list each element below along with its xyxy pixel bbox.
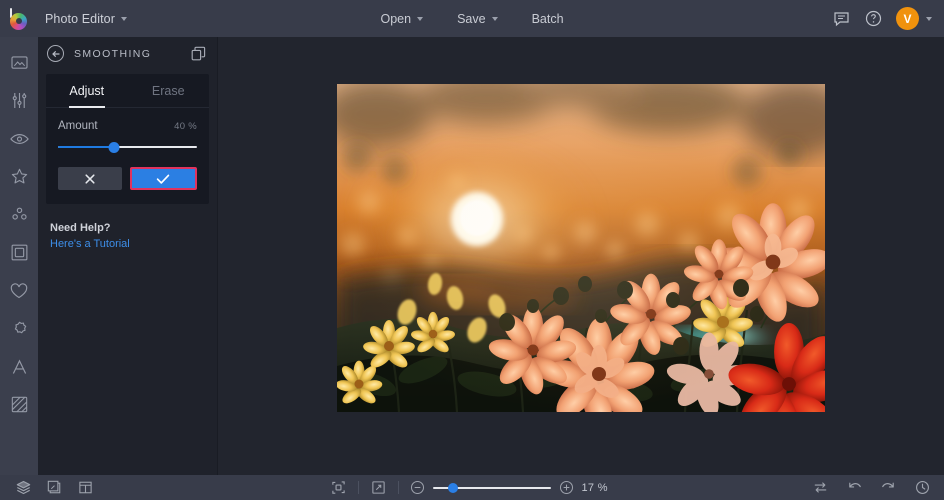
- fit-to-screen-icon[interactable]: [331, 480, 346, 495]
- amount-slider-label: Amount: [58, 120, 98, 132]
- zoom-slider-handle[interactable]: [447, 482, 458, 493]
- top-bar: Photo Editor Open Save Batch V: [0, 0, 944, 37]
- sidebar-item-overlays[interactable]: [6, 201, 33, 228]
- avatar-chevron-down-icon[interactable]: [926, 16, 932, 21]
- sidebar-item-texture[interactable]: [6, 391, 33, 418]
- amount-slider-fill: [58, 146, 114, 148]
- duplicate-layers-icon[interactable]: [191, 46, 206, 61]
- toggle-before-after-icon[interactable]: [813, 480, 828, 495]
- chevron-down-icon: [491, 16, 498, 21]
- zoom-out-button[interactable]: [410, 481, 424, 494]
- sidebar-item-text[interactable]: [6, 353, 33, 380]
- top-bar-right: V: [832, 7, 944, 30]
- smoothing-card: Adjust Erase Amount 40 %: [46, 74, 209, 204]
- redo-icon[interactable]: [881, 480, 896, 495]
- workspace: SMOOTHING Adjust Erase Amount 40 % Need …: [0, 37, 944, 475]
- zoom-in-button[interactable]: [559, 481, 573, 494]
- undo-icon[interactable]: [847, 480, 862, 495]
- zoom-slider[interactable]: [432, 482, 551, 494]
- cancel-button[interactable]: [58, 167, 122, 190]
- layout-grid-icon[interactable]: [78, 480, 93, 495]
- save-button-label: Save: [457, 11, 486, 26]
- panel-tabs: Adjust Erase: [46, 74, 209, 108]
- bottom-left-tools: [10, 480, 93, 495]
- photo-editor-app: Photo Editor Open Save Batch V SMOOTHING…: [0, 0, 944, 500]
- sidebar-item-effects[interactable]: [6, 163, 33, 190]
- apply-button[interactable]: [129, 167, 197, 190]
- bottom-center-tools: 17 %: [0, 480, 944, 495]
- plus-icon: [563, 484, 569, 491]
- batch-button-label: Batch: [531, 11, 564, 26]
- tool-panel: SMOOTHING Adjust Erase Amount 40 % Need …: [38, 37, 218, 475]
- compare-split-icon[interactable]: [47, 480, 62, 495]
- tab-erase[interactable]: Erase: [128, 74, 210, 107]
- open-button[interactable]: Open: [367, 6, 436, 32]
- batch-button[interactable]: Batch: [519, 6, 577, 32]
- help-question-icon[interactable]: [864, 9, 883, 28]
- zoom-percent-label: 17 %: [581, 481, 608, 494]
- open-button-label: Open: [380, 11, 412, 26]
- zoom-controls: 17 %: [410, 481, 614, 494]
- top-bar-actions: Open Save Batch: [0, 6, 944, 32]
- sidebar-item-photo[interactable]: [6, 49, 33, 76]
- chevron-down-icon: [417, 16, 424, 21]
- chat-bubble-icon[interactable]: [832, 9, 851, 28]
- bottom-right-tools: [813, 480, 934, 495]
- tab-adjust[interactable]: Adjust: [46, 74, 128, 107]
- avatar[interactable]: V: [896, 7, 919, 30]
- help-section: Need Help? Here's a Tutorial: [38, 204, 217, 250]
- amount-slider-header: Amount 40 %: [58, 120, 197, 132]
- tutorial-link[interactable]: Here's a Tutorial: [50, 238, 205, 250]
- fullscreen-expand-icon[interactable]: [371, 480, 386, 495]
- panel-actions: [46, 153, 209, 190]
- sidebar-item-frames[interactable]: [6, 239, 33, 266]
- history-clock-icon[interactable]: [915, 480, 930, 495]
- photo-canvas[interactable]: [337, 84, 825, 412]
- check-icon: [157, 174, 170, 184]
- sidebar-item-retouch[interactable]: [6, 125, 33, 152]
- layers-icon[interactable]: [16, 480, 31, 495]
- divider: [397, 481, 399, 494]
- save-button[interactable]: Save: [444, 6, 511, 32]
- back-arrow-circle-icon[interactable]: [47, 45, 64, 62]
- bottom-bar: 17 %: [0, 475, 944, 500]
- tool-rail: [0, 37, 38, 475]
- canvas-area[interactable]: [218, 37, 944, 475]
- minus-icon: [414, 486, 420, 489]
- help-question: Need Help?: [50, 222, 111, 234]
- amount-slider-block: Amount 40 %: [46, 108, 209, 153]
- sunset-dahlia-flowers-photo: [337, 84, 825, 412]
- tab-adjust-label: Adjust: [69, 84, 105, 98]
- sidebar-item-adjust[interactable]: [6, 87, 33, 114]
- tab-erase-label: Erase: [151, 84, 185, 98]
- sidebar-item-favorites[interactable]: [6, 277, 33, 304]
- divider: [357, 481, 359, 494]
- close-x-icon: [85, 173, 95, 184]
- amount-slider-handle[interactable]: [108, 141, 120, 153]
- panel-title: SMOOTHING: [74, 47, 152, 60]
- panel-header: SMOOTHING: [38, 37, 217, 70]
- sidebar-item-stickers[interactable]: [6, 315, 33, 342]
- avatar-initial: V: [903, 11, 912, 26]
- amount-slider[interactable]: [58, 141, 197, 153]
- amount-slider-value: 40 %: [174, 121, 197, 132]
